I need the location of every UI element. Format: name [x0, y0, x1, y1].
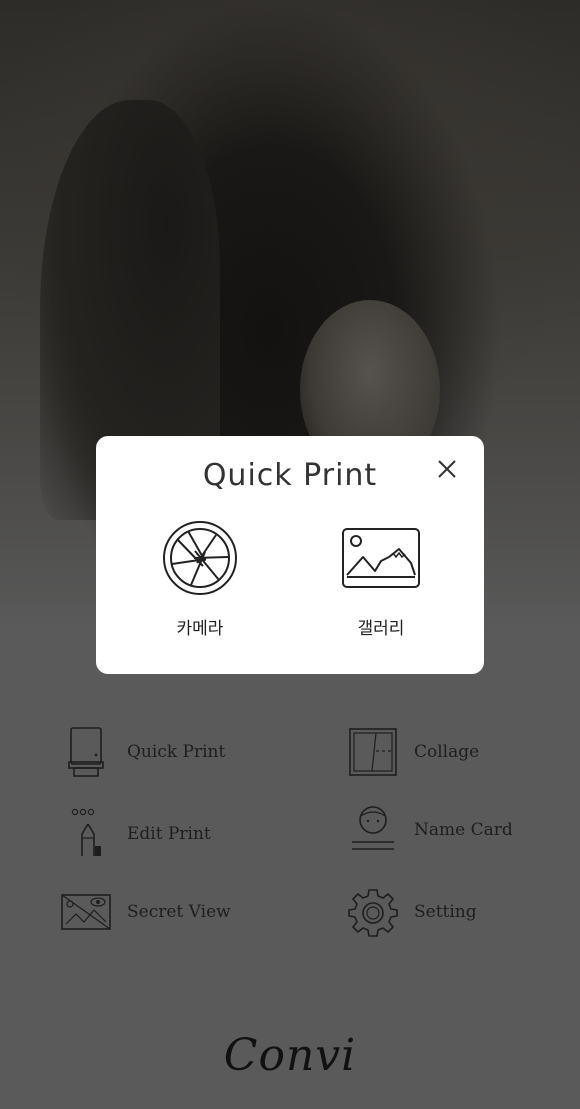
close-button[interactable]	[432, 456, 462, 486]
gallery-option-label: 갤러리	[357, 619, 405, 639]
gallery-image-icon	[321, 518, 441, 598]
camera-option[interactable]: 카메라	[140, 518, 260, 639]
dialog-title: Quick Print	[202, 458, 378, 493]
quick-print-dialog: Quick Print 카메라 갤러리	[96, 436, 484, 674]
gallery-option[interactable]: 갤러리	[321, 518, 441, 639]
camera-option-label: 카메라	[176, 619, 224, 639]
modal-overlay[interactable]: Quick Print 카메라 갤러리	[0, 0, 580, 1109]
camera-aperture-icon	[140, 518, 260, 598]
close-icon	[436, 458, 458, 484]
